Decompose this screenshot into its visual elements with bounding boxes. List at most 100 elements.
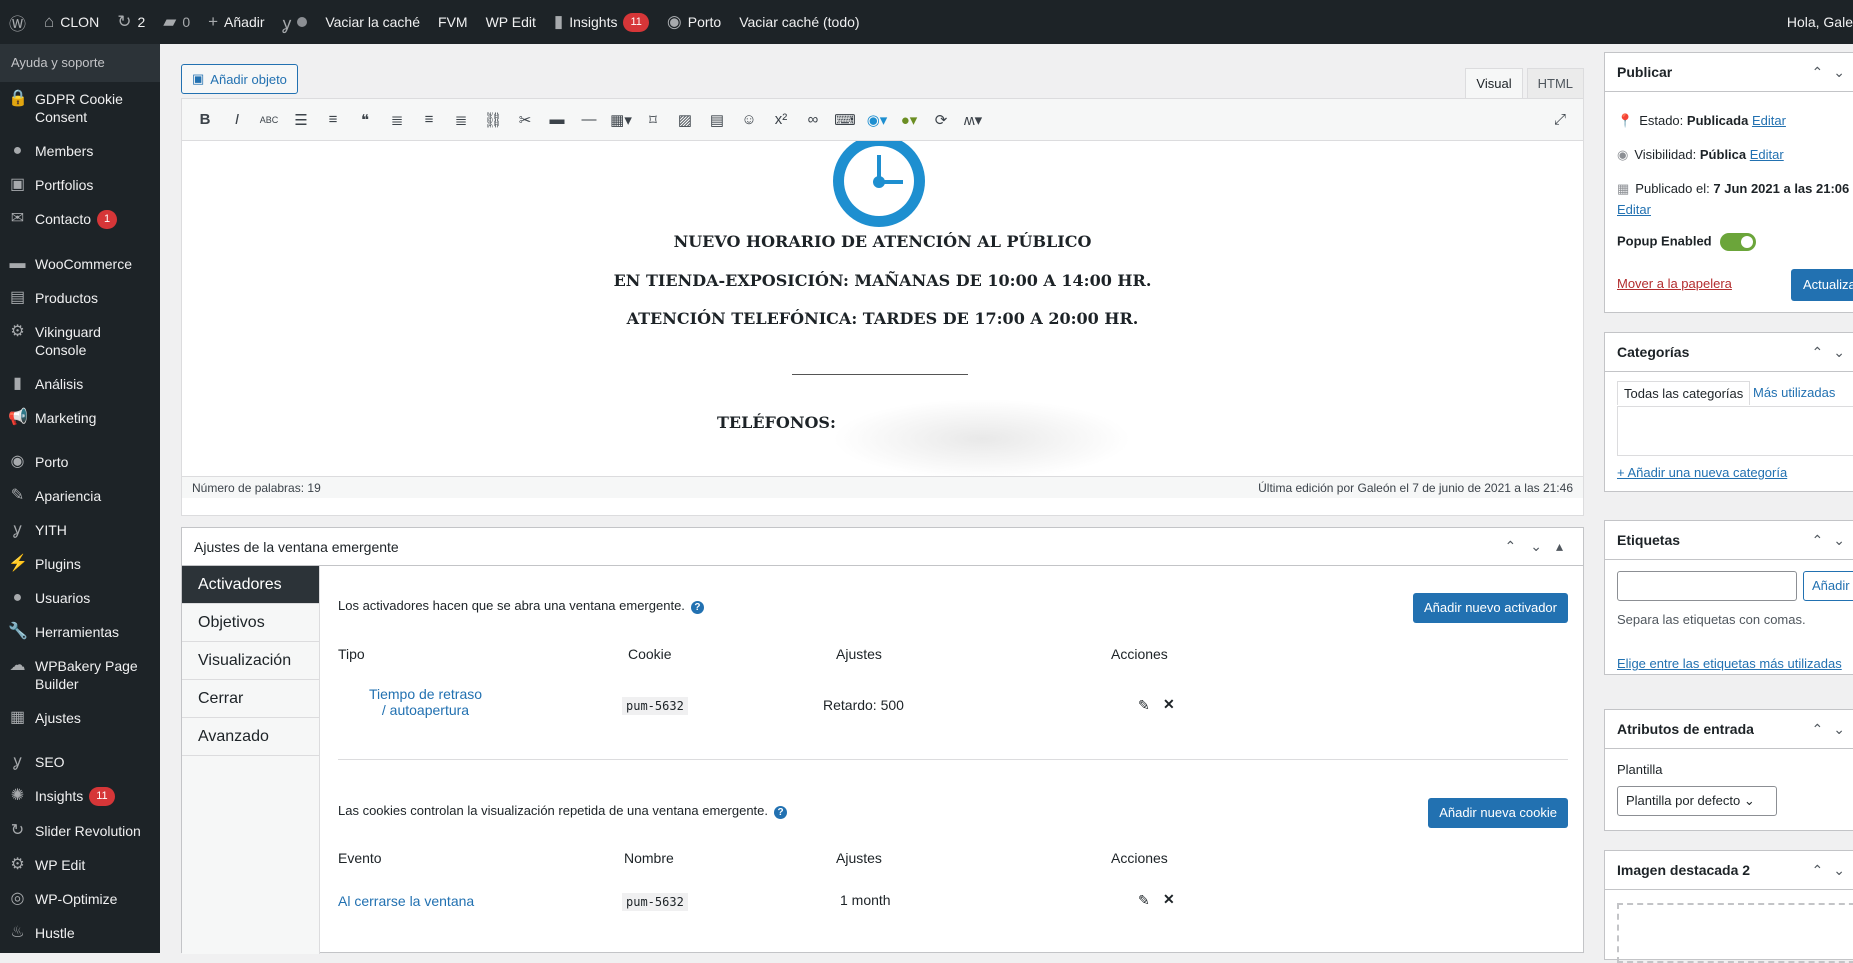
sidebar-item-gdpr-cookie-consent[interactable]: 🔒 GDPR Cookie Consent — [0, 82, 160, 134]
categories-header[interactable]: Categorías ⌃⌄ — [1605, 333, 1853, 372]
sidebar-item-porto[interactable]: ◉ Porto — [0, 445, 160, 479]
emoji-icon[interactable]: ☺ — [736, 111, 762, 128]
link2-icon[interactable]: ∞ — [800, 111, 826, 128]
unlink-icon[interactable]: ✂ — [512, 111, 538, 129]
adminbar-greeting[interactable]: Hola, Gale — [1778, 0, 1853, 44]
adminbar-porto[interactable]: ◉ Porto — [658, 0, 730, 44]
keyboard-icon[interactable]: ⌨ — [832, 111, 858, 129]
template-select[interactable]: Plantilla por defecto ⌄ — [1617, 786, 1777, 816]
help-support-link[interactable]: Ayuda y soporte — [0, 44, 160, 82]
box-toggle-icon[interactable]: ⌃⌄ — [1812, 64, 1853, 81]
sidebar-item-hustle[interactable]: ♨ Hustle — [0, 916, 160, 950]
adminbar-new[interactable]: + Añadir — [199, 0, 273, 44]
box-toggle-icon[interactable]: ⌃⌄ — [1812, 721, 1853, 738]
add-tag-button[interactable]: Añadir — [1803, 571, 1853, 601]
sidebar-item-wp-edit[interactable]: ⚙ WP Edit — [0, 848, 160, 882]
bold-icon[interactable]: B — [192, 111, 218, 128]
tag-input[interactable] — [1617, 571, 1797, 601]
delete-trigger-icon[interactable]: ✕ — [1163, 696, 1175, 713]
add-media-button[interactable]: ▣ Añadir objeto — [181, 64, 298, 94]
adminbar-cache-all[interactable]: Vaciar caché (todo) — [730, 0, 868, 44]
tab-all-categories[interactable]: Todas las categorías — [1617, 381, 1751, 405]
sidebar-item-vikinguard-console[interactable]: ⚙ Vikinguard Console — [0, 315, 160, 367]
table-icon[interactable]: ▦▾ — [608, 111, 634, 129]
edit-status-link[interactable]: Editar — [1752, 113, 1786, 128]
adminbar-wpedit[interactable]: WP Edit — [477, 0, 545, 44]
numbered-list-icon[interactable]: ≡ — [320, 111, 346, 128]
sidebar-item-portfolios[interactable]: ▣ Portfolios — [0, 168, 160, 202]
move-to-trash-link[interactable]: Mover a la papelera — [1617, 276, 1732, 291]
align-left-icon[interactable]: ≣ — [384, 111, 410, 129]
popup-settings-header[interactable]: Ajustes de la ventana emergente ⌃⌄▴ — [182, 528, 1583, 566]
add-category-link[interactable]: + Añadir una nueva categoría — [1617, 465, 1787, 480]
tags-header[interactable]: Etiquetas ⌃⌄ — [1605, 521, 1853, 560]
image-icon[interactable]: ▨ — [672, 111, 698, 129]
choose-tags-link[interactable]: Elige entre las etiquetas más utilizadas — [1617, 656, 1842, 671]
help-icon[interactable]: ? — [774, 806, 787, 819]
tab-activadores[interactable]: Activadores — [182, 566, 319, 604]
editor-content[interactable]: NUEVO HORARIO DE ATENCIÓN AL PÚBLICO EN … — [182, 141, 1583, 476]
edit-visibility-link[interactable]: Editar — [1750, 147, 1784, 162]
sidebar-item-productos[interactable]: ▤ Productos — [0, 281, 160, 315]
more-tag-icon[interactable]: ▬ — [544, 111, 570, 128]
hr-icon[interactable]: — — [576, 111, 602, 128]
add-cookie-button[interactable]: Añadir nueva cookie — [1428, 798, 1568, 828]
sidebar-item-slider-revolution[interactable]: ↻ Slider Revolution — [0, 814, 160, 848]
bullet-list-icon[interactable]: ☰ — [288, 111, 314, 129]
refresh-icon[interactable]: ⟳ — [928, 111, 954, 129]
adminbar-updates[interactable]: ↻ 2 — [108, 0, 154, 44]
blockquote-icon[interactable]: ❝ — [352, 111, 378, 129]
cookie-event-link[interactable]: Al cerrarse la ventana — [338, 893, 474, 909]
align-center-icon[interactable]: ≡ — [416, 111, 442, 128]
strikethrough-icon[interactable]: ABC — [256, 115, 282, 125]
publish-header[interactable]: Publicar ⌃⌄ — [1605, 53, 1853, 92]
shortcode-icon[interactable]: ●▾ — [896, 111, 922, 129]
wpbakery-icon[interactable]: ʍ▾ — [960, 111, 986, 129]
sidebar-item-ajustes[interactable]: ▦ Ajustes — [0, 701, 160, 735]
box-toggle-icon[interactable]: ⌃⌄ — [1812, 862, 1853, 879]
tab-most-used[interactable]: Más utilizadas — [1753, 385, 1835, 400]
sidebar-item-herramientas[interactable]: 🔧 Herramientas — [0, 615, 160, 649]
sidebar-item-seo[interactable]: ỿ SEO — [0, 745, 160, 779]
sidebar-item-members[interactable]: ● Members — [0, 134, 160, 168]
tab-cerrar[interactable]: Cerrar — [182, 680, 319, 718]
adminbar-site[interactable]: ⌂ CLON — [35, 0, 108, 44]
tab-visualizacion[interactable]: Visualización — [182, 642, 319, 680]
sidebar-item-insights[interactable]: ✺ Insights 11 — [0, 779, 160, 814]
sidebar-item-marketing[interactable]: 📢 Marketing — [0, 401, 160, 435]
edit-cookie-icon[interactable]: ✎ — [1138, 892, 1150, 909]
wordpress-logo-icon[interactable]: Ⓦ — [0, 0, 35, 44]
sidebar-item-usuarios[interactable]: ● Usuarios — [0, 581, 160, 615]
featured-header[interactable]: Imagen destacada 2 ⌃⌄ — [1605, 851, 1853, 890]
adminbar-cache[interactable]: Vaciar la caché — [316, 0, 429, 44]
italic-icon[interactable]: I — [224, 111, 250, 128]
popup-enabled-toggle[interactable] — [1719, 233, 1756, 251]
sidebar-item-wpbakery-page-builder[interactable]: ☁ WPBakery Page Builder — [0, 649, 160, 701]
sidebar-item-wp-optimize[interactable]: ◎ WP-Optimize — [0, 882, 160, 916]
sidebar-item-plugins[interactable]: ⚡ Plugins — [0, 547, 160, 581]
delete-cookie-icon[interactable]: ✕ — [1163, 891, 1175, 908]
tab-html[interactable]: HTML — [1526, 68, 1584, 98]
box-toggle-icon[interactable]: ⌃⌄ — [1812, 344, 1853, 361]
edit-date-link[interactable]: Editar — [1617, 202, 1651, 217]
superscript-icon[interactable]: x² — [768, 111, 794, 128]
sidebar-item-yith[interactable]: ỿ YITH — [0, 513, 160, 547]
tab-avanzado[interactable]: Avanzado — [182, 718, 319, 756]
align-right-icon[interactable]: ≣ — [448, 111, 474, 129]
fullscreen-icon[interactable]: ⤢ — [1547, 111, 1573, 128]
adminbar-comments[interactable]: ▰ 0 — [154, 0, 199, 44]
box-controls-icon[interactable]: ⌃⌄▴ — [1505, 538, 1584, 555]
box-toggle-icon[interactable]: ⌃⌄ — [1812, 532, 1853, 549]
edit-trigger-icon[interactable]: ✎ — [1138, 697, 1150, 714]
tab-visual[interactable]: Visual — [1465, 68, 1523, 98]
adminbar-fvm[interactable]: FVM — [429, 0, 477, 44]
help-icon[interactable]: ? — [690, 601, 704, 614]
update-button[interactable]: Actualiza — [1791, 269, 1853, 301]
popup-maker-icon[interactable]: ◉▾ — [864, 111, 890, 129]
sidebar-item-contacto[interactable]: ✉ Contacto 1 — [0, 202, 160, 237]
featured-image-dropzone[interactable] — [1617, 903, 1853, 963]
trigger-type-link[interactable]: Tiempo de retraso / autoapertura — [368, 686, 483, 718]
adminbar-insights[interactable]: ▮ Insights 11 — [545, 0, 658, 44]
attributes-header[interactable]: Atributos de entrada ⌃⌄ — [1605, 710, 1853, 749]
media-embed-icon[interactable]: ▤ — [704, 111, 730, 129]
